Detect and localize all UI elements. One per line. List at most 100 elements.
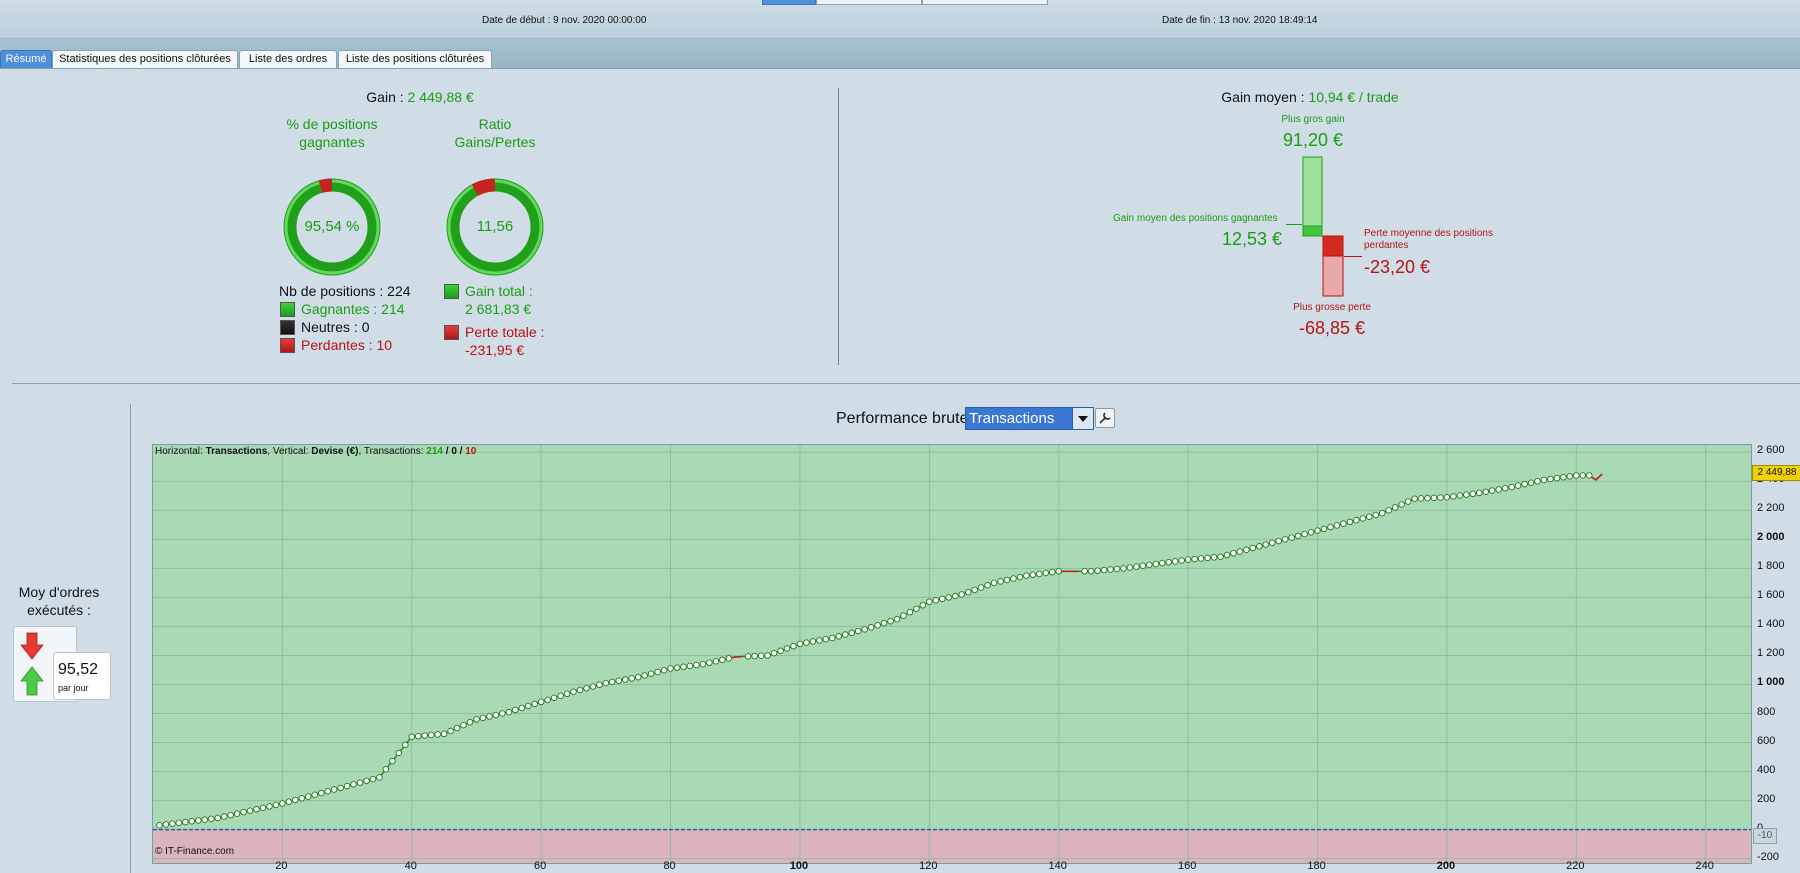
segment-button-2[interactable]	[816, 0, 922, 5]
tab-statistiques[interactable]: Statistiques des positions clôturées	[52, 50, 238, 68]
equity-point	[945, 594, 953, 601]
legend-gagnantes-swatch	[280, 302, 295, 317]
pct-value: 95,54 %	[304, 218, 360, 235]
equity-point	[887, 617, 894, 625]
equity-point	[1139, 562, 1147, 570]
horizontal-divider	[12, 383, 1800, 384]
equity-point	[932, 597, 940, 604]
equity-point	[777, 647, 784, 655]
performance-title: Performance brute	[836, 410, 969, 427]
x-tick-label: 60	[534, 860, 547, 872]
equity-point	[311, 791, 318, 799]
equity-point	[1314, 527, 1321, 534]
up-arrow-icon	[20, 666, 44, 696]
equity-point	[1566, 473, 1574, 480]
equity-point	[1094, 567, 1101, 574]
equity-point	[169, 820, 176, 827]
equity-point	[1560, 473, 1567, 481]
wrench-icon[interactable]	[1095, 408, 1115, 428]
equity-point	[939, 595, 946, 603]
x-tick-label: 100	[789, 860, 809, 872]
equity-point	[1100, 566, 1108, 574]
equity-point	[1171, 558, 1179, 565]
equity-point	[900, 612, 907, 619]
gain-moyen: Gain moyen : 10,94 € / trade	[1180, 89, 1440, 105]
equity-point	[1217, 553, 1224, 561]
equity-point	[486, 713, 493, 720]
equity-point	[984, 581, 991, 589]
equity-point	[492, 711, 500, 719]
segment-button-1[interactable]	[762, 0, 816, 5]
equity-point	[1275, 537, 1282, 545]
performance-select[interactable]: Transactions	[965, 407, 1094, 430]
tab-liste-ordres[interactable]: Liste des ordres	[239, 50, 337, 68]
equity-point	[272, 801, 280, 809]
equity-point	[1527, 479, 1535, 486]
equity-point	[1230, 550, 1237, 557]
equity-point	[408, 733, 416, 740]
y-tick-label: 1 400	[1757, 618, 1785, 631]
gain-moyen-gagnantes-label: Gain moyen des positions gagnantes	[1113, 213, 1278, 224]
equity-point	[330, 786, 338, 793]
chart-info-sep2: /	[456, 446, 466, 457]
equity-point	[389, 757, 396, 765]
equity-point	[990, 579, 998, 587]
ratio-loss-arc	[471, 178, 496, 197]
equity-point	[453, 724, 461, 732]
equity-point	[589, 683, 597, 690]
equity-point	[712, 658, 720, 665]
x-tick-label: 220	[1566, 860, 1585, 872]
x-tick-label: 80	[663, 860, 676, 872]
equity-point	[382, 765, 390, 773]
equity-point	[1540, 476, 1548, 484]
equity-point	[913, 605, 920, 612]
date-debut-value: 9 nov. 2020 00:00:00	[553, 15, 647, 26]
gain-total-label: Gain total :	[465, 283, 533, 299]
tab-liste-positions[interactable]: Liste des positions clôturées	[338, 50, 492, 68]
equity-point	[1521, 480, 1528, 488]
equity-point	[854, 627, 862, 635]
segment-button-3[interactable]	[922, 0, 1048, 5]
equity-point	[1514, 482, 1522, 489]
x-tick-label: 140	[1048, 860, 1067, 872]
equity-point	[544, 696, 551, 704]
equity-point	[292, 796, 299, 804]
equity-point	[1268, 539, 1276, 547]
equity-point	[693, 661, 700, 669]
equity-point	[803, 639, 810, 646]
down-arrow-icon	[20, 632, 44, 660]
equity-point	[188, 817, 196, 825]
equity-point	[233, 810, 241, 817]
equity-point	[1159, 559, 1166, 567]
chevron-down-icon[interactable]	[1072, 408, 1093, 429]
gain-moyen-value: 10,94 € / trade	[1308, 89, 1399, 105]
date-fin: Date de fin : 13 nov. 2020 18:49:14	[1162, 15, 1318, 26]
equity-point	[376, 774, 383, 781]
equity-point	[880, 619, 888, 627]
equity-point	[195, 817, 202, 824]
equity-point	[505, 708, 513, 716]
equity-point	[609, 678, 616, 686]
equity-point	[1288, 534, 1295, 541]
equity-point	[1443, 494, 1451, 501]
date-fin-label: Date de fin :	[1162, 15, 1216, 26]
equity-point	[434, 731, 441, 738]
equity-point	[647, 670, 655, 677]
equity-point	[1010, 575, 1017, 582]
equity-point	[466, 718, 474, 726]
equity-point	[1055, 568, 1062, 575]
equity-point	[971, 586, 978, 594]
equity-point	[557, 692, 564, 700]
equity-point	[680, 663, 687, 671]
tab-resume[interactable]: Résumé	[0, 50, 52, 68]
equity-point	[537, 698, 545, 706]
perte-totale-swatch	[444, 325, 459, 340]
equity-point	[279, 800, 286, 807]
equity-point	[1586, 472, 1593, 479]
equity-point	[1346, 518, 1354, 526]
equity-point	[977, 584, 985, 591]
min-value-tag: -10	[1753, 828, 1777, 845]
equity-point	[1534, 478, 1541, 485]
equity-point	[182, 818, 189, 826]
equity-point	[1152, 560, 1160, 568]
